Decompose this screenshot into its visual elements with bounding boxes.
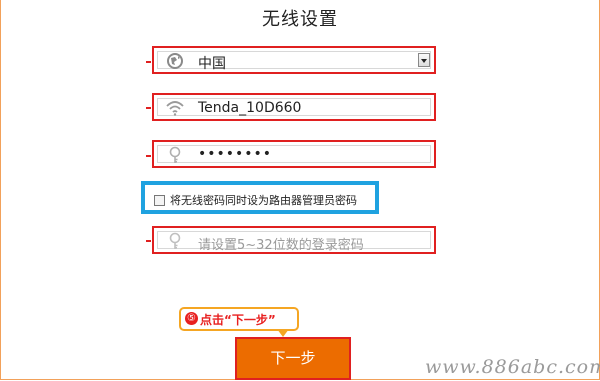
tick-mark [146, 107, 151, 109]
globe-icon [167, 53, 183, 69]
step-callout-text: 点击“下一步” [200, 313, 276, 327]
next-button[interactable]: 下一步 [235, 337, 351, 380]
key-icon [169, 146, 181, 163]
tick-mark [146, 155, 151, 157]
page-title: 无线设置 [262, 9, 338, 30]
wifi-password-input[interactable]: •••••••• [152, 140, 436, 168]
region-value: 中国 [198, 56, 226, 72]
same-password-checkbox[interactable] [154, 195, 165, 206]
ssid-input[interactable]: Tenda_10D660 [152, 93, 436, 121]
step-number-badge: ⑤ [185, 312, 198, 325]
region-select[interactable]: 中国 [152, 46, 436, 74]
chevron-down-icon[interactable] [418, 53, 430, 67]
tick-mark [146, 240, 151, 242]
tick-mark [146, 61, 151, 63]
admin-password-placeholder: 请设置5~32位数的登录密码 [198, 238, 364, 253]
wifi-icon [166, 101, 184, 116]
ssid-value: Tenda_10D660 [198, 100, 302, 116]
wifi-password-value: •••••••• [198, 146, 273, 162]
admin-password-input[interactable]: 请设置5~32位数的登录密码 [152, 226, 436, 254]
watermark: www.886abc.com [425, 356, 600, 378]
same-password-option[interactable]: 将无线密码同时设为路由器管理员密码 [141, 181, 379, 214]
same-password-label: 将无线密码同时设为路由器管理员密码 [170, 194, 357, 207]
step-callout: ⑤ 点击“下一步” [179, 307, 299, 337]
key-icon [169, 232, 181, 249]
